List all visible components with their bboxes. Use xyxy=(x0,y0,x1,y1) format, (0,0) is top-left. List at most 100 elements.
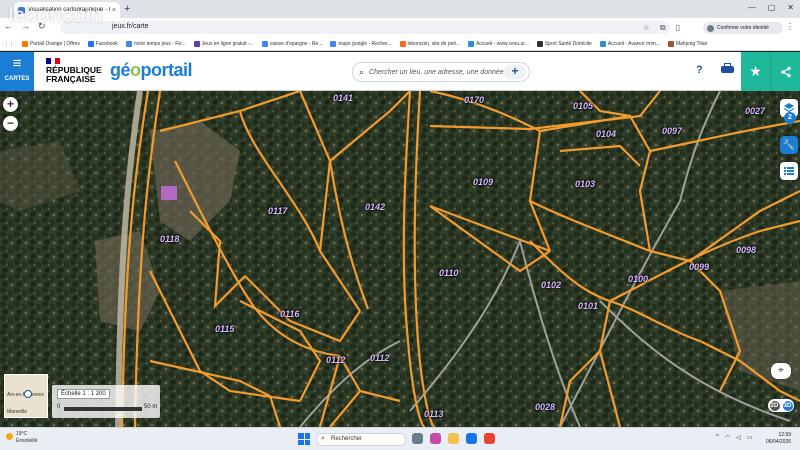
edge-icon[interactable] xyxy=(466,433,477,444)
speaker-icon[interactable]: ◁ xyxy=(736,434,741,441)
share-button[interactable] xyxy=(770,52,800,91)
battery-icon[interactable]: ▭ xyxy=(747,434,753,441)
parcel-label[interactable]: 0116 xyxy=(280,309,299,319)
bookmark-item[interactable]: Mahjong Titan xyxy=(667,40,707,47)
clock[interactable]: 12:59 06/04/2026 xyxy=(766,432,791,446)
search-box[interactable]: ⌕ Chercher un lieu, une adresse, une don… xyxy=(352,62,530,82)
parcel-label[interactable]: 0112 xyxy=(370,353,389,363)
taskbar-search[interactable]: ⌕ Rechercher xyxy=(316,433,406,446)
parcel-label[interactable]: 0102 xyxy=(541,280,561,290)
toggle-2d[interactable]: 2D xyxy=(769,400,780,411)
legend-button[interactable] xyxy=(780,162,798,180)
bookmark-item[interactable]: Accueil - Avance Imm... xyxy=(599,40,660,47)
minimap-city: Marseille xyxy=(7,409,28,415)
file-explorer-icon[interactable] xyxy=(448,433,459,444)
clock-date: 06/04/2026 xyxy=(766,439,792,445)
logo-part-2: o xyxy=(130,60,141,80)
parcel-label[interactable]: 0105 xyxy=(573,101,593,111)
wifi-icon[interactable]: ◠ xyxy=(725,434,730,441)
bookmark-item[interactable]: notre temps jeux - Re... xyxy=(125,40,186,47)
logo-part-3: portail xyxy=(140,60,193,80)
watermark-logo: leboncoin xyxy=(8,4,103,27)
bookmark-item[interactable]: Facebook xyxy=(87,40,118,47)
bookmark-item[interactable]: maps google - Recher... xyxy=(330,40,392,47)
profile-avatar-icon xyxy=(707,24,714,32)
search-icon: ⌕ xyxy=(359,66,365,77)
parcel-label[interactable]: 0170 xyxy=(464,95,484,105)
sidebar-icon[interactable]: ▯ xyxy=(676,23,680,33)
map-canvas[interactable]: 0141 0170 0105 0027 0104 0097 0109 0103 … xyxy=(0,91,800,427)
parcel-label[interactable]: 0104 xyxy=(596,129,616,139)
copilot-icon[interactable] xyxy=(430,433,441,444)
parcel-label[interactable]: 0099 xyxy=(689,262,709,272)
geoportail-logo[interactable]: géoportail xyxy=(110,60,193,81)
parcel-label[interactable]: 0115 xyxy=(215,324,234,334)
parcel-label[interactable]: 0118 xyxy=(160,234,179,244)
maximize-button[interactable]: ▢ xyxy=(768,3,776,12)
task-view-icon[interactable] xyxy=(412,433,423,444)
zoom-in-button[interactable]: + xyxy=(3,97,18,112)
parcel-label[interactable]: 0100 xyxy=(628,274,648,284)
bookmarks-bar: ⋮⋮ Portail Orange | Offres Facebook notr… xyxy=(0,37,800,51)
bookmark-star-icon[interactable]: ☆ xyxy=(643,23,650,33)
tools-button[interactable]: 🔧 xyxy=(780,136,798,154)
address-bar[interactable]: jeux.fr/carte xyxy=(60,21,670,34)
windows-start-icon[interactable] xyxy=(298,433,310,445)
parcel-label[interactable]: 0141 xyxy=(333,93,353,103)
view-2d-3d-toggle[interactable]: 2D 3D xyxy=(768,399,794,412)
browser-toolbar: ← → ↻ jeux.fr/carte ☆ ⧉ ▯ xyxy=(0,18,800,37)
parcel-label[interactable]: 0142 xyxy=(365,202,385,212)
parcel-label[interactable]: 0103 xyxy=(575,179,595,189)
parcel-label[interactable]: 0110 xyxy=(439,268,458,278)
bookmark-item[interactable]: Sport Santé Domicile xyxy=(536,40,592,47)
parcel-label[interactable]: 0113 xyxy=(424,409,443,419)
parcel-label[interactable]: 0117 xyxy=(268,206,287,216)
bookmark-item[interactable]: caisse d'epargne - Re... xyxy=(261,40,323,47)
republique-line2: FRANÇAISE xyxy=(46,73,96,84)
weather-widget[interactable]: 19°C Ensoleillé xyxy=(6,431,38,445)
tab-close-icon[interactable]: × xyxy=(112,7,116,14)
parcel-label[interactable]: 0027 xyxy=(745,106,765,116)
new-tab-button[interactable]: + xyxy=(124,3,130,15)
zoom-out-button[interactable]: − xyxy=(3,116,18,131)
chevron-up-icon[interactable]: ^ xyxy=(716,434,719,441)
apps-grid-icon[interactable]: ⋮⋮ xyxy=(4,41,14,47)
bookmark-item[interactable]: leboncoin, site de peti... xyxy=(399,40,461,47)
search-plus-button[interactable]: + xyxy=(504,65,526,79)
bookmark-favicon-icon xyxy=(125,40,132,47)
help-button[interactable]: ? xyxy=(696,64,703,76)
parcel-label[interactable]: 0109 xyxy=(473,177,493,187)
parcel-label[interactable]: 0097 xyxy=(662,126,682,136)
parcel-label[interactable]: 0112 xyxy=(326,355,345,365)
weather-condition: Ensoleillé xyxy=(16,438,38,444)
bookmark-item[interactable]: Accueil - www.cesu.ur... xyxy=(468,40,529,47)
parcel-label[interactable]: 0101 xyxy=(578,301,598,311)
scale-min: 0 xyxy=(57,404,61,410)
bookmark-favicon-icon xyxy=(193,40,200,47)
scale-ratio[interactable]: Échelle 1 : 1 200 xyxy=(57,389,110,399)
chrome-icon[interactable] xyxy=(484,433,495,444)
bookmark-label: Accueil - Avance Imm... xyxy=(607,40,660,47)
overview-minimap[interactable]: Aix-en-Provence Marseille xyxy=(4,374,48,418)
toggle-3d[interactable]: 3D xyxy=(782,400,793,411)
close-window-button[interactable]: ✕ xyxy=(787,3,794,12)
window-controls: — ▢ ✕ xyxy=(748,3,794,12)
browser-tabbar: Visualisation cartographique - Gé × + — … xyxy=(0,0,800,18)
identity-button[interactable]: Confirmer votre identité xyxy=(703,22,783,34)
minimize-button[interactable]: — xyxy=(748,3,756,12)
print-icon[interactable] xyxy=(719,62,735,76)
bookmark-label: leboncoin, site de peti... xyxy=(407,40,461,47)
parcel-label[interactable]: 0098 xyxy=(736,245,756,255)
bookmark-item[interactable]: Portail Orange | Offres xyxy=(22,40,80,47)
cartes-menu-button[interactable]: ≡ CARTES xyxy=(0,52,34,91)
geoportail-header: ≡ CARTES RÉPUBLIQUE FRANÇAISE géoportail… xyxy=(0,52,800,91)
republique-francaise-logo: RÉPUBLIQUE FRANÇAISE xyxy=(46,58,102,83)
favorite-star-button[interactable]: ★ xyxy=(741,52,770,91)
geolocate-button[interactable]: ⌖ xyxy=(771,363,791,379)
browser-menu-icon[interactable]: ⋮ xyxy=(786,22,794,31)
bookmark-item[interactable]: Jeux en ligne gratuit -... xyxy=(193,40,254,47)
bookmark-favicon-icon xyxy=(599,40,606,47)
bookmark-label: caisse d'epargne - Re... xyxy=(269,40,323,47)
parcel-label[interactable]: 0028 xyxy=(535,402,555,412)
extensions-icon[interactable]: ⧉ xyxy=(660,23,666,33)
